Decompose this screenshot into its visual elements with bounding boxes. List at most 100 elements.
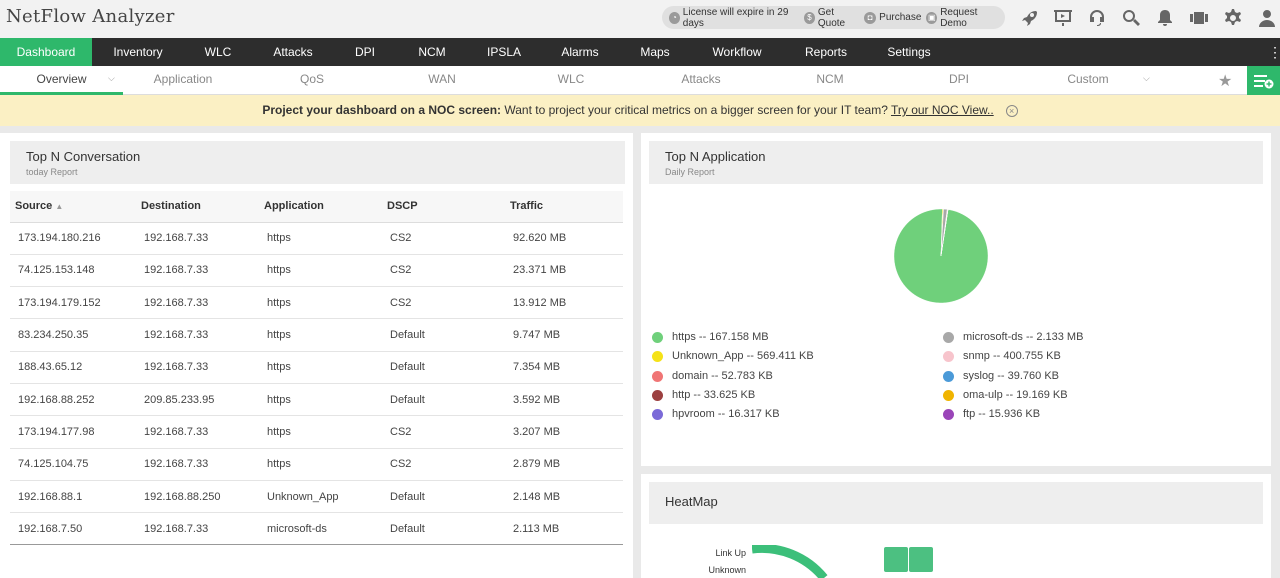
chevron-down-icon[interactable]: ⌵ bbox=[108, 73, 115, 84]
cell-traffic: 3.592 MB bbox=[505, 383, 623, 417]
app-title: NetFlow Analyzer bbox=[6, 6, 175, 27]
heatmap-cell[interactable] bbox=[884, 547, 908, 572]
cell-destination: 192.168.7.33 bbox=[136, 318, 259, 352]
noc-view-link[interactable]: Try our NOC View.. bbox=[891, 103, 994, 117]
more-menu-icon[interactable]: ⋮ bbox=[1268, 42, 1280, 62]
add-widget-button[interactable] bbox=[1247, 66, 1280, 95]
legend-label: snmp -- 400.755 KB bbox=[963, 350, 1061, 362]
add-widget-icon bbox=[1253, 74, 1273, 88]
legend-item-unknown-app[interactable]: Unknown_App -- 569.411 KB bbox=[652, 350, 814, 362]
heatmap-cell[interactable] bbox=[909, 547, 933, 572]
legend-item-oma-ulp[interactable]: oma-ulp -- 19.169 KB bbox=[943, 389, 1068, 401]
table-row[interactable]: 74.125.153.148 192.168.7.33 https CS2 23.371… bbox=[10, 254, 623, 288]
subtab-overview[interactable]: Overview bbox=[0, 66, 123, 95]
table-row[interactable]: 83.234.250.35 192.168.7.33 https Default 9.7… bbox=[10, 318, 623, 352]
legend-label: http -- 33.625 KB bbox=[672, 389, 756, 401]
column-header-label: Source bbox=[15, 200, 53, 213]
column-header-source[interactable]: Source ▲ bbox=[10, 191, 136, 223]
purchase-label: Purchase bbox=[879, 12, 922, 23]
sub-nav: Overview ⌵ Application QoS WAN WLC Attac… bbox=[0, 66, 1280, 95]
top-conversation-title: Top N Conversation bbox=[26, 149, 141, 164]
gauge-arc bbox=[752, 545, 828, 578]
cell-application: https bbox=[259, 383, 382, 417]
legend-dot bbox=[943, 350, 954, 362]
cell-traffic: 2.148 MB bbox=[505, 480, 623, 514]
table-row[interactable]: 192.168.7.50 192.168.7.33 microsoft-ds Defa… bbox=[10, 512, 623, 546]
presentation-icon[interactable] bbox=[1052, 7, 1074, 29]
gear-icon[interactable] bbox=[1222, 7, 1244, 29]
cell-destination: 192.168.7.33 bbox=[136, 222, 259, 255]
nav-attacks[interactable]: Attacks bbox=[262, 38, 324, 66]
rocket-icon[interactable] bbox=[1018, 7, 1040, 29]
close-icon[interactable]: × bbox=[1005, 104, 1018, 117]
bell-icon[interactable] bbox=[1154, 7, 1176, 29]
nav-wlc[interactable]: WLC bbox=[192, 38, 244, 66]
table-row[interactable]: 188.43.65.12 192.168.7.33 https Default 7.35… bbox=[10, 351, 623, 384]
sort-ascending-icon: ▲ bbox=[55, 202, 64, 212]
column-header-destination[interactable]: Destination bbox=[136, 191, 259, 223]
table-row[interactable]: 173.194.179.152 192.168.7.33 https CS2 13.91… bbox=[10, 286, 623, 320]
legend-item-domain[interactable]: domain -- 52.783 KB bbox=[652, 370, 773, 382]
cell-destination: 192.168.7.33 bbox=[136, 415, 259, 449]
get-quote-link[interactable]: $ Get Quote bbox=[804, 7, 859, 29]
column-header-traffic[interactable]: Traffic bbox=[505, 191, 623, 223]
legend-label: ftp -- 15.936 KB bbox=[963, 408, 1041, 420]
nav-ipsla[interactable]: IPSLA bbox=[478, 38, 530, 66]
subtab-attacks[interactable]: Attacks bbox=[670, 66, 732, 95]
license-expiry[interactable]: ◔ License will expire in 29 days bbox=[669, 7, 799, 29]
cell-traffic: 23.371 MB bbox=[505, 254, 623, 288]
nav-inventory[interactable]: Inventory bbox=[100, 38, 176, 66]
subtab-dpi[interactable]: DPI bbox=[929, 66, 989, 95]
subtab-wlc[interactable]: WLC bbox=[541, 66, 601, 95]
request-demo-link[interactable]: ▣ Request Demo bbox=[926, 7, 1000, 29]
table-row[interactable]: 192.168.88.1 192.168.88.250 Unknown_App Def… bbox=[10, 480, 623, 514]
nav-settings[interactable]: Settings bbox=[878, 38, 940, 66]
nav-maps[interactable]: Maps bbox=[630, 38, 680, 66]
cell-destination: 192.168.7.33 bbox=[136, 286, 259, 320]
cart-icon: ◘ bbox=[864, 11, 877, 24]
cell-application: Unknown_App bbox=[259, 480, 382, 514]
legend-item-ftp[interactable]: ftp -- 15.936 KB bbox=[943, 408, 1040, 420]
column-header-application[interactable]: Application bbox=[259, 191, 382, 223]
legend-item-snmp[interactable]: snmp -- 400.755 KB bbox=[943, 350, 1061, 362]
star-icon[interactable]: ★ bbox=[1218, 71, 1232, 91]
headset-icon[interactable] bbox=[1086, 7, 1108, 29]
column-header-dscp[interactable]: DSCP bbox=[382, 191, 505, 223]
nav-dashboard[interactable]: Dashboard bbox=[0, 38, 92, 66]
cell-dscp: CS2 bbox=[382, 286, 505, 320]
nav-dpi[interactable]: DPI bbox=[342, 38, 388, 66]
table-row[interactable]: 74.125.104.75 192.168.7.33 https CS2 2.879 M… bbox=[10, 448, 623, 481]
heatmap-label-link-up: Link Up bbox=[715, 548, 746, 558]
subtab-qos[interactable]: QoS bbox=[282, 66, 342, 95]
nav-ncm[interactable]: NCM bbox=[408, 38, 456, 66]
legend-item-https[interactable]: https -- 167.158 MB bbox=[652, 331, 769, 343]
search-icon[interactable] bbox=[1120, 7, 1142, 29]
subtab-application[interactable]: Application bbox=[143, 66, 223, 95]
purchase-link[interactable]: ◘ Purchase bbox=[864, 11, 922, 24]
legend-label: https -- 167.158 MB bbox=[672, 331, 769, 343]
nav-workflow[interactable]: Workflow bbox=[700, 38, 774, 66]
legend-item-syslog[interactable]: syslog -- 39.760 KB bbox=[943, 370, 1059, 382]
legend-item-http[interactable]: http -- 33.625 KB bbox=[652, 389, 755, 401]
table-row[interactable]: 192.168.88.252 209.85.233.95 https Default 3… bbox=[10, 383, 623, 417]
dollar-icon: $ bbox=[804, 11, 815, 24]
table-row[interactable]: 173.194.177.98 192.168.7.33 https CS2 3.207 … bbox=[10, 415, 623, 449]
demo-icon: ▣ bbox=[926, 11, 938, 24]
legend-item-microsoft-ds[interactable]: microsoft-ds -- 2.133 MB bbox=[943, 331, 1083, 343]
user-icon[interactable] bbox=[1256, 7, 1278, 29]
subtab-wan[interactable]: WAN bbox=[412, 66, 472, 95]
legend-item-hpvroom[interactable]: hpvroom -- 16.317 KB bbox=[652, 408, 780, 420]
heatmap-gauge bbox=[752, 545, 828, 578]
table-row[interactable]: 173.194.180.216 192.168.7.33 https CS2 92.62… bbox=[10, 222, 623, 255]
nav-alarms[interactable]: Alarms bbox=[550, 38, 610, 66]
widgets-icon[interactable] bbox=[1188, 7, 1210, 29]
cell-dscp: CS2 bbox=[382, 254, 505, 288]
license-icon: ◔ bbox=[669, 11, 680, 24]
legend-dot bbox=[943, 408, 954, 420]
cell-traffic: 13.912 MB bbox=[505, 286, 623, 320]
nav-reports[interactable]: Reports bbox=[794, 38, 858, 66]
subtab-ncm[interactable]: NCM bbox=[800, 66, 860, 95]
subtab-custom[interactable]: Custom bbox=[1058, 66, 1118, 95]
get-quote-label: Get Quote bbox=[817, 6, 846, 29]
chevron-down-icon[interactable]: ⌵ bbox=[1143, 73, 1150, 84]
